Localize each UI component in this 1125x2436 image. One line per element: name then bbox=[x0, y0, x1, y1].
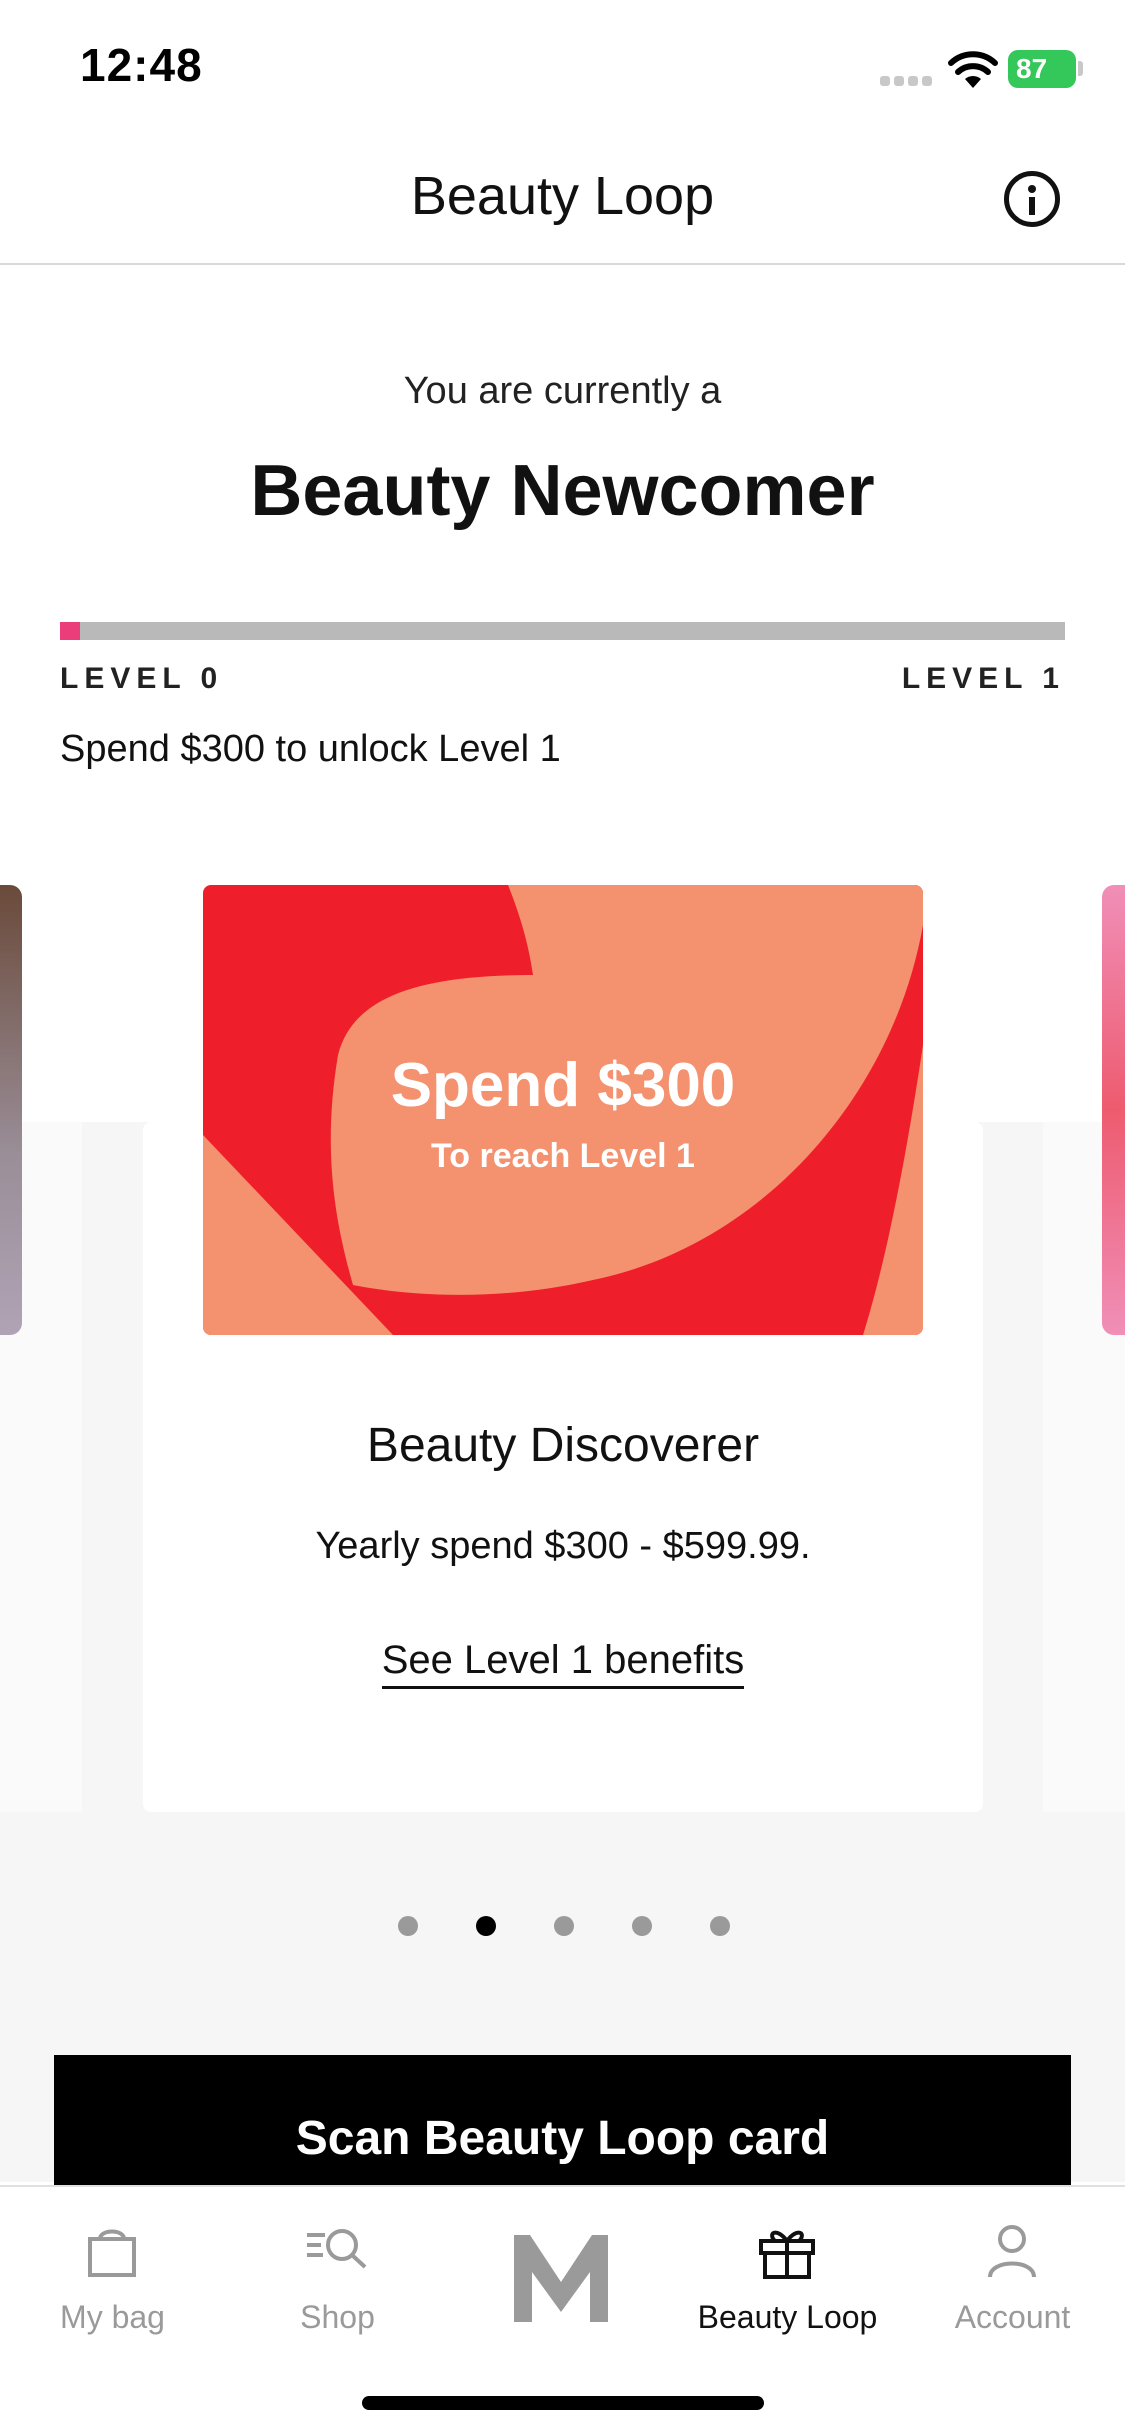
level-benefits-link-wrapper: See Level 1 benefits bbox=[143, 1638, 983, 1689]
pagination-dot[interactable] bbox=[554, 1916, 574, 1936]
gift-icon bbox=[737, 2219, 837, 2283]
info-icon[interactable] bbox=[1004, 171, 1060, 227]
home-indicator bbox=[362, 2396, 764, 2410]
level-benefits-link[interactable]: See Level 1 benefits bbox=[381, 1638, 745, 1689]
level-card-title: Beauty Discoverer bbox=[366, 1419, 760, 1472]
battery-level: 87 bbox=[1016, 53, 1048, 84]
person-icon bbox=[962, 2219, 1062, 2283]
tab-label: Shop bbox=[300, 2299, 375, 2335]
tab-beauty-loop[interactable]: Beauty Loop bbox=[675, 2187, 900, 2357]
pagination-dot[interactable] bbox=[398, 1916, 418, 1936]
previous-level-card-image bbox=[0, 885, 22, 1335]
current-tier-name: Beauty Newcomer bbox=[250, 451, 875, 531]
unlock-message: Spend $300 to unlock Level 1 bbox=[60, 728, 561, 770]
next-level-card-image bbox=[1102, 885, 1125, 1335]
bag-icon bbox=[62, 2219, 162, 2283]
carousel-pagination bbox=[398, 1916, 730, 1936]
m-logo-icon bbox=[508, 2227, 614, 2327]
tab-label: My bag bbox=[60, 2299, 165, 2335]
cellular-signal-icon bbox=[880, 72, 934, 86]
scan-card-button[interactable]: Scan Beauty Loop card bbox=[54, 2055, 1071, 2185]
status-time: 12:48 bbox=[80, 39, 203, 91]
current-status-label: You are currently a bbox=[403, 370, 722, 412]
page-title: Beauty Loop bbox=[410, 166, 715, 226]
level-end-label: LEVEL 1 bbox=[901, 662, 1065, 695]
search-icon bbox=[287, 2219, 387, 2283]
nav-header: Beauty Loop bbox=[0, 135, 1125, 265]
tab-shop[interactable]: Shop bbox=[225, 2187, 450, 2357]
tab-my-bag[interactable]: My bag bbox=[0, 2187, 225, 2357]
level-start-label: LEVEL 0 bbox=[60, 662, 224, 695]
level-progress-bar bbox=[60, 622, 1065, 640]
banner-title: Spend $300 bbox=[390, 1051, 736, 1120]
level-progress-fill bbox=[60, 622, 81, 640]
pagination-dot[interactable] bbox=[476, 1916, 496, 1936]
battery-icon: 87 bbox=[1008, 50, 1076, 88]
pagination-dot[interactable] bbox=[710, 1916, 730, 1936]
pagination-dot[interactable] bbox=[632, 1916, 652, 1936]
banner-subtitle: To reach Level 1 bbox=[431, 1137, 695, 1175]
battery-nub bbox=[1078, 61, 1083, 76]
level-card-description: Yearly spend $300 - $599.99. bbox=[315, 1525, 811, 1567]
tab-label: Account bbox=[954, 2299, 1071, 2335]
tab-label: Beauty Loop bbox=[697, 2299, 878, 2335]
wifi-icon bbox=[948, 50, 998, 90]
tab-account[interactable]: Account bbox=[900, 2187, 1125, 2357]
level-card-banner: Spend $300 To reach Level 1 bbox=[203, 885, 923, 1335]
status-bar: 12:48 87 bbox=[0, 0, 1125, 135]
